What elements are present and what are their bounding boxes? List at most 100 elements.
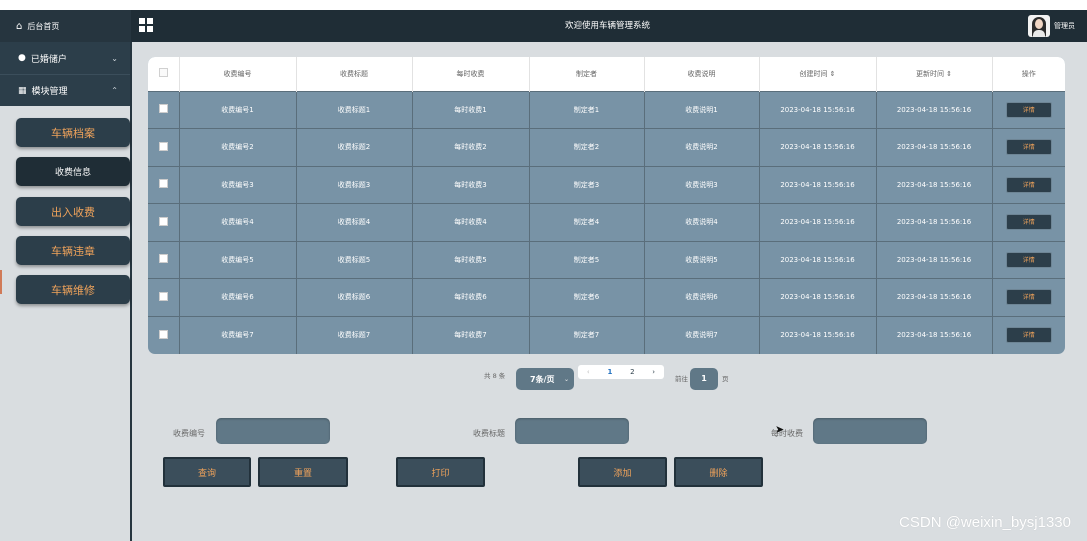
cell-fee-title: 收费标题6 [296, 278, 413, 316]
cell-fee-no: 收费编号7 [179, 315, 297, 354]
cell-actions: 详情 [992, 203, 1065, 241]
header-fee-desc: 收费说明 [644, 57, 760, 91]
table-row: 收费编号1 收费标题1 每时收费1 制定者1 收费说明1 2023-04-18 15:56… [148, 90, 1065, 129]
select-all-checkbox[interactable] [158, 68, 168, 78]
query-button[interactable]: 查询 [163, 457, 251, 487]
cell-updated-time: 2023-04-18 15:56:16 [876, 315, 993, 354]
row-select-cell[interactable] [148, 240, 180, 279]
row-checkbox[interactable] [158, 254, 168, 264]
search-hourly-fee-input[interactable] [813, 418, 927, 444]
grid-menu-icon[interactable] [139, 18, 153, 32]
detail-button[interactable]: 详情 [1005, 289, 1052, 306]
table-row: 收费编号7 收费标题7 每时收费7 制定者7 收费说明7 2023-04-18 15:56… [148, 315, 1065, 354]
table-row: 收费编号2 收费标题2 每时收费2 制定者2 收费说明2 2023-04-18 15:56… [148, 128, 1065, 166]
row-checkbox[interactable] [158, 216, 168, 226]
sidebar-section-user[interactable]: ● 已婚储户 ⌄ [0, 42, 130, 74]
row-select-cell[interactable] [148, 90, 180, 129]
cell-created-time: 2023-04-18 15:56:16 [759, 240, 877, 279]
cell-creator: 制定者6 [529, 278, 645, 316]
data-table: 收费编号 收费标题 每时收费 制定者 收费说明 创建时间 ⇕ 更新时间 ⇕ 操作… [148, 57, 1065, 354]
cell-created-time: 2023-04-18 15:56:16 [759, 315, 877, 354]
sidebar-item-violations[interactable]: 车辆违章 [16, 236, 130, 265]
row-select-cell[interactable] [148, 203, 180, 241]
cell-fee-desc: 收费说明5 [644, 240, 760, 279]
search-fee-title-label: 收费标题 [473, 429, 505, 438]
cell-actions: 详情 [992, 240, 1065, 279]
sidebar-item-entry-fee[interactable]: 出入收费 [16, 197, 130, 226]
cell-created-time: 2023-04-18 15:56:16 [759, 278, 877, 316]
sidebar-section-modules-label: 模块管理 [31, 87, 68, 97]
detail-button[interactable]: 详情 [1005, 139, 1052, 156]
row-select-cell[interactable] [148, 128, 180, 166]
cell-fee-title: 收费标题1 [296, 90, 413, 129]
cell-hourly-fee: 每时收费2 [412, 128, 530, 166]
cell-hourly-fee: 每时收费7 [412, 315, 530, 354]
chevron-down-icon: ⌄ [111, 53, 118, 63]
prev-page-button[interactable]: ‹ [587, 368, 590, 376]
add-button[interactable]: 添加 [578, 457, 667, 487]
home-label: 后台首页 [27, 21, 60, 31]
row-select-cell[interactable] [148, 165, 180, 204]
sidebar-item-vehicle-files[interactable]: 车辆档案 [16, 118, 130, 147]
cell-fee-title: 收费标题7 [296, 315, 413, 354]
page-number[interactable]: 1 [607, 368, 612, 376]
delete-button[interactable]: 删除 [674, 457, 763, 487]
row-checkbox[interactable] [158, 141, 168, 151]
table-row: 收费编号5 收费标题5 每时收费5 制定者5 收费说明5 2023-04-18 15:56… [148, 240, 1065, 279]
search-fee-title-input[interactable] [515, 418, 629, 444]
top-bar: ⌂ 后台首页 欢迎使用车辆管理系统 管理员 [0, 10, 1087, 42]
header-actions: 操作 [992, 57, 1065, 91]
detail-button[interactable]: 详情 [1005, 251, 1052, 268]
detail-button[interactable]: 详情 [1005, 176, 1052, 193]
search-fee-no-label: 收费编号 [173, 429, 205, 438]
cell-fee-no: 收费编号1 [179, 90, 297, 129]
page-size-select[interactable]: 7条/页 ⌄ [516, 368, 574, 390]
user-menu[interactable]: 管理员 [1028, 15, 1075, 37]
top-strip [0, 0, 1087, 10]
cell-fee-desc: 收费说明7 [644, 315, 760, 354]
sidebar-item-fee-info[interactable]: 收费信息 [16, 157, 130, 186]
pagination: 共 8 条 7条/页 ⌄ ‹ 1 2 › 前往 1 页 [132, 365, 1087, 391]
row-select-cell[interactable] [148, 278, 180, 316]
cell-hourly-fee: 每时收费5 [412, 240, 530, 279]
header-creator: 制定者 [529, 57, 645, 91]
select-all-cell[interactable] [148, 57, 180, 91]
chevron-down-icon: ⌄ [563, 375, 569, 383]
goto-page-input[interactable]: 1 [690, 368, 718, 390]
header-created-time[interactable]: 创建时间 ⇕ [759, 57, 877, 91]
detail-button[interactable]: 详情 [1005, 327, 1052, 343]
cell-fee-title: 收费标题4 [296, 203, 413, 241]
search-fee-no-input[interactable] [216, 418, 330, 444]
print-button[interactable]: 打印 [396, 457, 485, 487]
row-checkbox[interactable] [158, 291, 168, 301]
reset-button[interactable]: 重置 [258, 457, 348, 487]
cell-creator: 制定者7 [529, 315, 645, 354]
cell-fee-no: 收费编号6 [179, 278, 297, 316]
cell-hourly-fee: 每时收费3 [412, 165, 530, 204]
page-number[interactable]: 2 [630, 368, 634, 376]
sidebar-section-user-label: 已婚储户 [30, 54, 67, 65]
detail-button[interactable]: 详情 [1005, 101, 1052, 118]
table-row: 收费编号4 收费标题4 每时收费4 制定者4 收费说明4 2023-04-18 15:56… [148, 203, 1065, 241]
row-checkbox[interactable] [158, 179, 168, 189]
cell-updated-time: 2023-04-18 15:56:16 [876, 128, 993, 166]
row-select-cell[interactable] [148, 315, 180, 354]
sidebar: ● 已婚储户 ⌄ ▦ 模块管理 ⌃ 车辆档案 收费信息 出入收费 车辆违章 车辆… [0, 42, 132, 541]
row-checkbox[interactable] [158, 104, 168, 114]
cell-actions: 详情 [992, 165, 1065, 204]
next-page-button[interactable]: › [652, 368, 655, 376]
cell-creator: 制定者1 [529, 90, 645, 129]
page-unit-label: 页 [722, 375, 729, 383]
cell-hourly-fee: 每时收费4 [412, 203, 530, 241]
sidebar-section-modules[interactable]: ▦ 模块管理 ⌃ [0, 74, 130, 106]
home-link[interactable]: ⌂ 后台首页 [0, 10, 131, 42]
page-size-value: 7条/页 [530, 374, 555, 384]
table-row: 收费编号3 收费标题3 每时收费3 制定者3 收费说明3 2023-04-18 15:56… [148, 165, 1065, 204]
header-updated-time[interactable]: 更新时间 ⇕ [876, 57, 993, 91]
sidebar-item-repairs[interactable]: 车辆维修 [16, 275, 130, 304]
site-title: 欢迎使用车辆管理系统 [564, 21, 650, 31]
header-fee-title: 收费标题 [296, 57, 413, 91]
row-checkbox[interactable] [158, 329, 168, 339]
cell-creator: 制定者2 [529, 128, 645, 166]
detail-button[interactable]: 详情 [1005, 214, 1052, 231]
